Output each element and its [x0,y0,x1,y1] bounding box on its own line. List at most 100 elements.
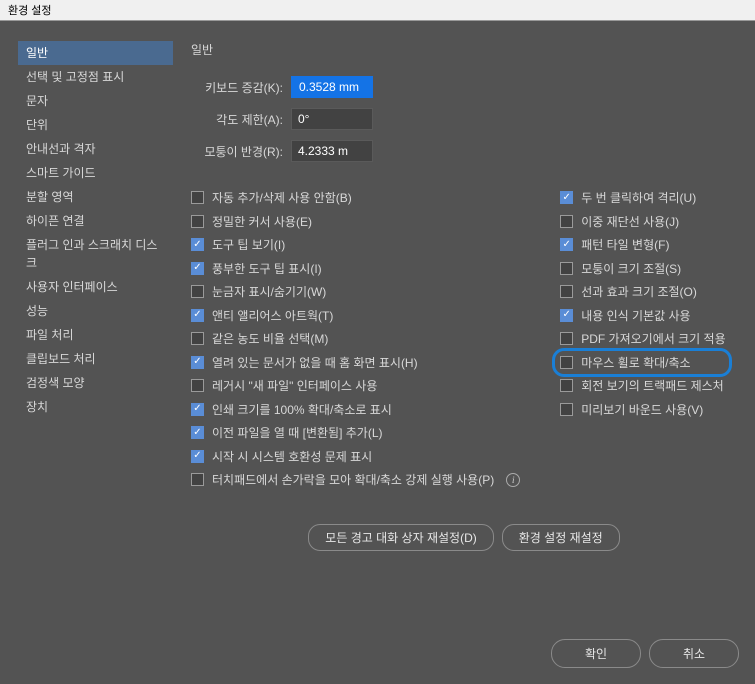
checkbox-label: 미리보기 바운드 사용(V) [581,401,703,418]
checkbox-label: 터치패드에서 손가락을 모아 확대/축소 강제 실행 사용(P) [212,471,494,488]
checkbox-label: 도구 팁 보기(I) [212,236,285,253]
reset-warnings-button[interactable]: 모든 경고 대화 상자 재설정(D) [308,524,493,551]
checkbox-label: 이전 파일을 열 때 [변환됨] 추가(L) [212,424,383,441]
cancel-button[interactable]: 취소 [649,639,739,668]
checkbox[interactable] [560,262,573,275]
checkbox[interactable] [560,215,573,228]
checkbox[interactable] [191,191,204,204]
checkbox[interactable] [560,356,573,369]
checkbox-label: 선과 효과 크기 조절(O) [581,283,697,300]
checkbox-row: PDF 가져오기에서 크기 적용 [560,327,725,351]
checkbox-row: 내용 인식 기본값 사용 [560,304,725,328]
checkbox-label: 앤티 앨리어스 아트웍(T) [212,307,333,324]
checkbox-column-left: 자동 추가/삭제 사용 안함(B) 정밀한 커서 사용(E) 도구 팁 보기(I) 풍… [191,186,520,492]
checkbox[interactable] [191,262,204,275]
ok-button[interactable]: 확인 [551,639,641,668]
checkbox-label: 시작 시 시스템 호환성 문제 표시 [212,448,372,465]
corner-radius-label: 모퉁이 반경(R): [191,143,291,160]
checkbox-row: 인쇄 크기를 100% 확대/축소로 표시 [191,398,520,422]
checkbox[interactable] [560,191,573,204]
checkbox[interactable] [560,379,573,392]
checkbox-row: 미리보기 바운드 사용(V) [560,398,725,422]
sidebar-item[interactable]: 문자 [18,89,173,113]
checkbox-label: 이중 재단선 사용(J) [581,213,679,230]
reset-preferences-button[interactable]: 환경 설정 재설정 [502,524,620,551]
sidebar-item[interactable]: 성능 [18,299,173,323]
sidebar-item[interactable]: 분할 영역 [18,185,173,209]
checkbox[interactable] [191,473,204,486]
keyboard-increment-input[interactable] [291,76,373,98]
sidebar-item[interactable]: 안내선과 격자 [18,137,173,161]
checkbox[interactable] [191,379,204,392]
checkbox-label: 두 번 클릭하여 격리(U) [581,189,696,206]
checkbox-row: 눈금자 표시/숨기기(W) [191,280,520,304]
sidebar-item[interactable]: 선택 및 고정점 표시 [18,65,173,89]
constrain-angle-label: 각도 제한(A): [191,111,291,128]
sidebar-item[interactable]: 검정색 모양 [18,371,173,395]
checkbox-column-right: 두 번 클릭하여 격리(U) 이중 재단선 사용(J) 패턴 타일 변형(F) 모퉁이… [560,186,725,492]
sidebar-item[interactable]: 사용자 인터페이스 [18,275,173,299]
checkbox-row: 회전 보기의 트랙패드 제스처 [560,374,725,398]
sidebar-item[interactable]: 단위 [18,113,173,137]
checkbox-label: 풍부한 도구 팁 표시(I) [212,260,322,277]
sidebar-item[interactable]: 클립보드 처리 [18,347,173,371]
checkbox-row: 두 번 클릭하여 격리(U) [560,186,725,210]
checkbox[interactable] [560,309,573,322]
checkbox-label: 레거시 "새 파일" 인터페이스 사용 [212,377,377,394]
checkbox-label: 패턴 타일 변형(F) [581,236,669,253]
checkbox-label: 마우스 휠로 확대/축소 [581,354,690,371]
checkbox-row: 앤티 앨리어스 아트웍(T) [191,304,520,328]
sidebar-item[interactable]: 파일 처리 [18,323,173,347]
checkbox[interactable] [191,356,204,369]
checkbox-label: 눈금자 표시/숨기기(W) [212,283,326,300]
checkbox-label: PDF 가져오기에서 크기 적용 [581,330,725,347]
section-heading: 일반 [191,41,737,58]
checkbox[interactable] [560,332,573,345]
constrain-angle-input[interactable] [291,108,373,130]
preferences-sidebar: 일반선택 및 고정점 표시문자단위안내선과 격자스마트 가이드분할 영역하이픈 … [18,41,173,619]
checkbox[interactable] [560,403,573,416]
checkbox-row: 터치패드에서 손가락을 모아 확대/축소 강제 실행 사용(P) i [191,468,520,492]
sidebar-item[interactable]: 플러그 인과 스크래치 디스크 [18,233,173,275]
checkbox-label: 내용 인식 기본값 사용 [581,307,690,324]
checkbox[interactable] [560,285,573,298]
checkbox-label: 회전 보기의 트랙패드 제스처 [581,377,723,394]
checkbox[interactable] [191,426,204,439]
checkbox-row: 마우스 휠로 확대/축소 [560,351,725,375]
checkbox-label: 열려 있는 문서가 없을 때 홈 화면 표시(H) [212,354,418,371]
checkbox-row: 이중 재단선 사용(J) [560,210,725,234]
checkbox-label: 자동 추가/삭제 사용 안함(B) [212,189,352,206]
checkbox[interactable] [191,215,204,228]
checkbox-row: 시작 시 시스템 호환성 문제 표시 [191,445,520,469]
sidebar-item[interactable]: 스마트 가이드 [18,161,173,185]
checkbox-row: 도구 팁 보기(I) [191,233,520,257]
checkbox[interactable] [191,238,204,251]
checkbox[interactable] [191,332,204,345]
checkbox-row: 모퉁이 크기 조절(S) [560,257,725,281]
sidebar-item[interactable]: 장치 [18,395,173,419]
window-title: 환경 설정 [0,0,755,21]
sidebar-item[interactable]: 일반 [18,41,173,65]
checkbox-row: 레거시 "새 파일" 인터페이스 사용 [191,374,520,398]
checkbox-row: 이전 파일을 열 때 [변환됨] 추가(L) [191,421,520,445]
checkbox-row: 같은 농도 비율 선택(M) [191,327,520,351]
checkbox-row: 정밀한 커서 사용(E) [191,210,520,234]
checkbox[interactable] [191,403,204,416]
checkbox-row: 풍부한 도구 팁 표시(I) [191,257,520,281]
checkbox-row: 선과 효과 크기 조절(O) [560,280,725,304]
checkbox-label: 모퉁이 크기 조절(S) [581,260,681,277]
checkbox-row: 열려 있는 문서가 없을 때 홈 화면 표시(H) [191,351,520,375]
info-icon[interactable]: i [506,473,520,487]
sidebar-item[interactable]: 하이픈 연결 [18,209,173,233]
checkbox[interactable] [191,309,204,322]
checkbox-row: 자동 추가/삭제 사용 안함(B) [191,186,520,210]
checkbox[interactable] [560,238,573,251]
checkbox-label: 인쇄 크기를 100% 확대/축소로 표시 [212,401,392,418]
checkbox[interactable] [191,285,204,298]
checkbox[interactable] [191,450,204,463]
checkbox-row: 패턴 타일 변형(F) [560,233,725,257]
checkbox-label: 정밀한 커서 사용(E) [212,213,312,230]
corner-radius-input[interactable] [291,140,373,162]
keyboard-increment-label: 키보드 증감(K): [191,79,291,96]
checkbox-label: 같은 농도 비율 선택(M) [212,330,328,347]
